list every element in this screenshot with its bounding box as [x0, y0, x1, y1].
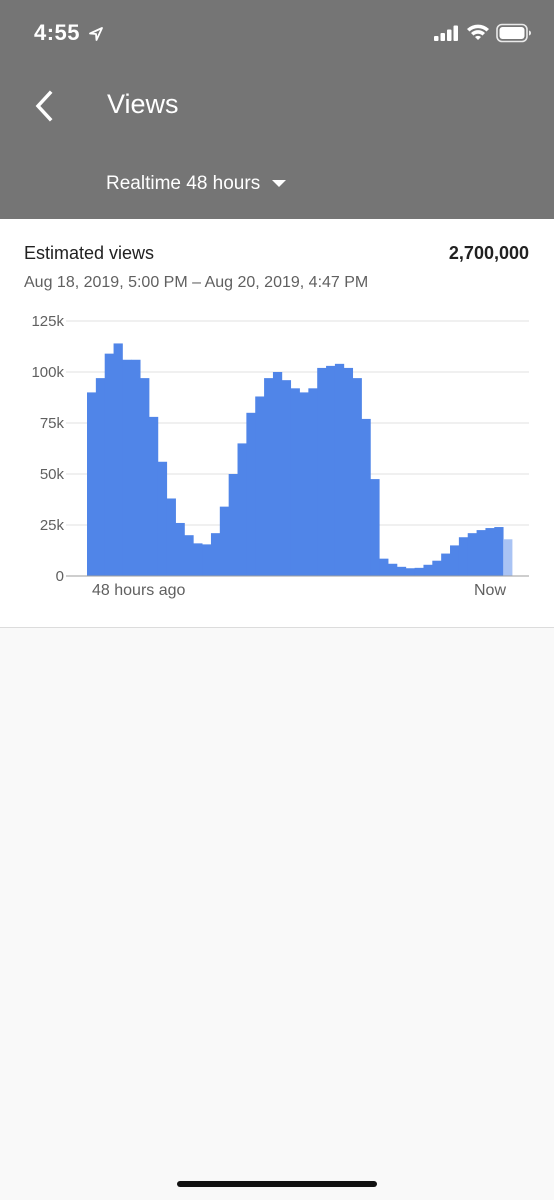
caret-down-icon [272, 180, 287, 187]
chart-bar[interactable] [219, 506, 230, 576]
page-title: Views [107, 89, 179, 119]
chart-bar[interactable] [246, 412, 256, 576]
chart-bar[interactable] [432, 560, 442, 576]
location-arrow-icon [89, 27, 103, 41]
chart-bar[interactable] [299, 392, 309, 576]
back-button[interactable] [24, 84, 64, 128]
chart-bar[interactable] [166, 498, 176, 576]
wifi-icon [467, 24, 489, 40]
chart-bar[interactable] [334, 363, 345, 576]
chart-bar[interactable] [467, 533, 477, 576]
range-dropdown-label: Realtime 48 hours [106, 173, 261, 194]
chart-bar[interactable] [414, 567, 424, 576]
cellular-signal-icon [434, 25, 458, 41]
chart-bar[interactable] [193, 543, 203, 576]
chart-bar[interactable] [379, 558, 389, 576]
views-card[interactable]: Estimated views 2,700,000 Aug 18, 2019, … [0, 219, 554, 628]
chart-bar[interactable] [131, 359, 141, 576]
app-header: 4:55 Views Realtime 48 hours [0, 0, 554, 219]
y-tick-label: 0 [56, 568, 64, 585]
chart-bar[interactable] [308, 388, 318, 576]
chart-bar[interactable] [237, 443, 247, 576]
status-time: 4:55 [34, 20, 81, 45]
chart-bar[interactable] [343, 367, 354, 576]
chart-bar[interactable] [485, 528, 495, 576]
y-tick-label: 75k [40, 415, 65, 432]
chart-bar[interactable] [503, 539, 513, 576]
x-tick-label: 48 hours ago [92, 582, 186, 599]
chart-bar[interactable] [352, 378, 362, 576]
chart-bar[interactable] [202, 544, 212, 576]
chevron-left-icon [35, 90, 53, 122]
chart-bar[interactable] [450, 545, 460, 576]
chart-bar[interactable] [317, 367, 327, 576]
chart-bar[interactable] [405, 568, 416, 576]
range-dropdown[interactable]: Realtime 48 hours [106, 168, 287, 200]
y-tick-label: 100k [31, 364, 64, 381]
chart-bar[interactable] [148, 416, 159, 576]
chart-bar[interactable] [396, 566, 407, 576]
chart-bar[interactable] [281, 380, 292, 576]
chart-bar[interactable] [423, 564, 433, 576]
chart-bar[interactable] [441, 553, 451, 576]
chart-bar[interactable] [157, 461, 168, 576]
y-tick-label: 50k [40, 466, 65, 483]
chart-bar[interactable] [476, 530, 486, 576]
chart-bar[interactable] [388, 563, 398, 576]
y-tick-label: 25k [40, 517, 65, 534]
x-tick-label: Now [474, 582, 506, 599]
chart-bar[interactable] [494, 527, 504, 576]
chart-bar[interactable] [272, 372, 283, 576]
chart-bar[interactable] [122, 359, 132, 576]
chart-bar[interactable] [290, 388, 300, 576]
chart-bar[interactable] [104, 353, 114, 576]
y-tick-label: 125k [31, 313, 64, 330]
chart-bar[interactable] [370, 479, 380, 576]
chart-bar[interactable] [184, 535, 194, 576]
chart-bar[interactable] [140, 378, 150, 576]
chart-bar[interactable] [210, 533, 221, 576]
views-bar-chart[interactable]: 0 25k 50k 75k 100k 125k 48 hours ago Now [0, 219, 554, 628]
chart-bar[interactable] [458, 537, 469, 576]
chart-bar[interactable] [87, 392, 97, 576]
chart-bar[interactable] [255, 396, 265, 576]
chart-bar[interactable] [113, 343, 123, 576]
chart-bar[interactable] [95, 378, 106, 576]
chart-bar[interactable] [361, 418, 371, 576]
chart-bar[interactable] [175, 522, 185, 576]
chart-bar[interactable] [264, 378, 274, 576]
chart-bar[interactable] [228, 474, 238, 576]
battery-icon [496, 23, 531, 43]
home-indicator[interactable] [177, 1181, 377, 1187]
chart-bar[interactable] [326, 365, 336, 576]
